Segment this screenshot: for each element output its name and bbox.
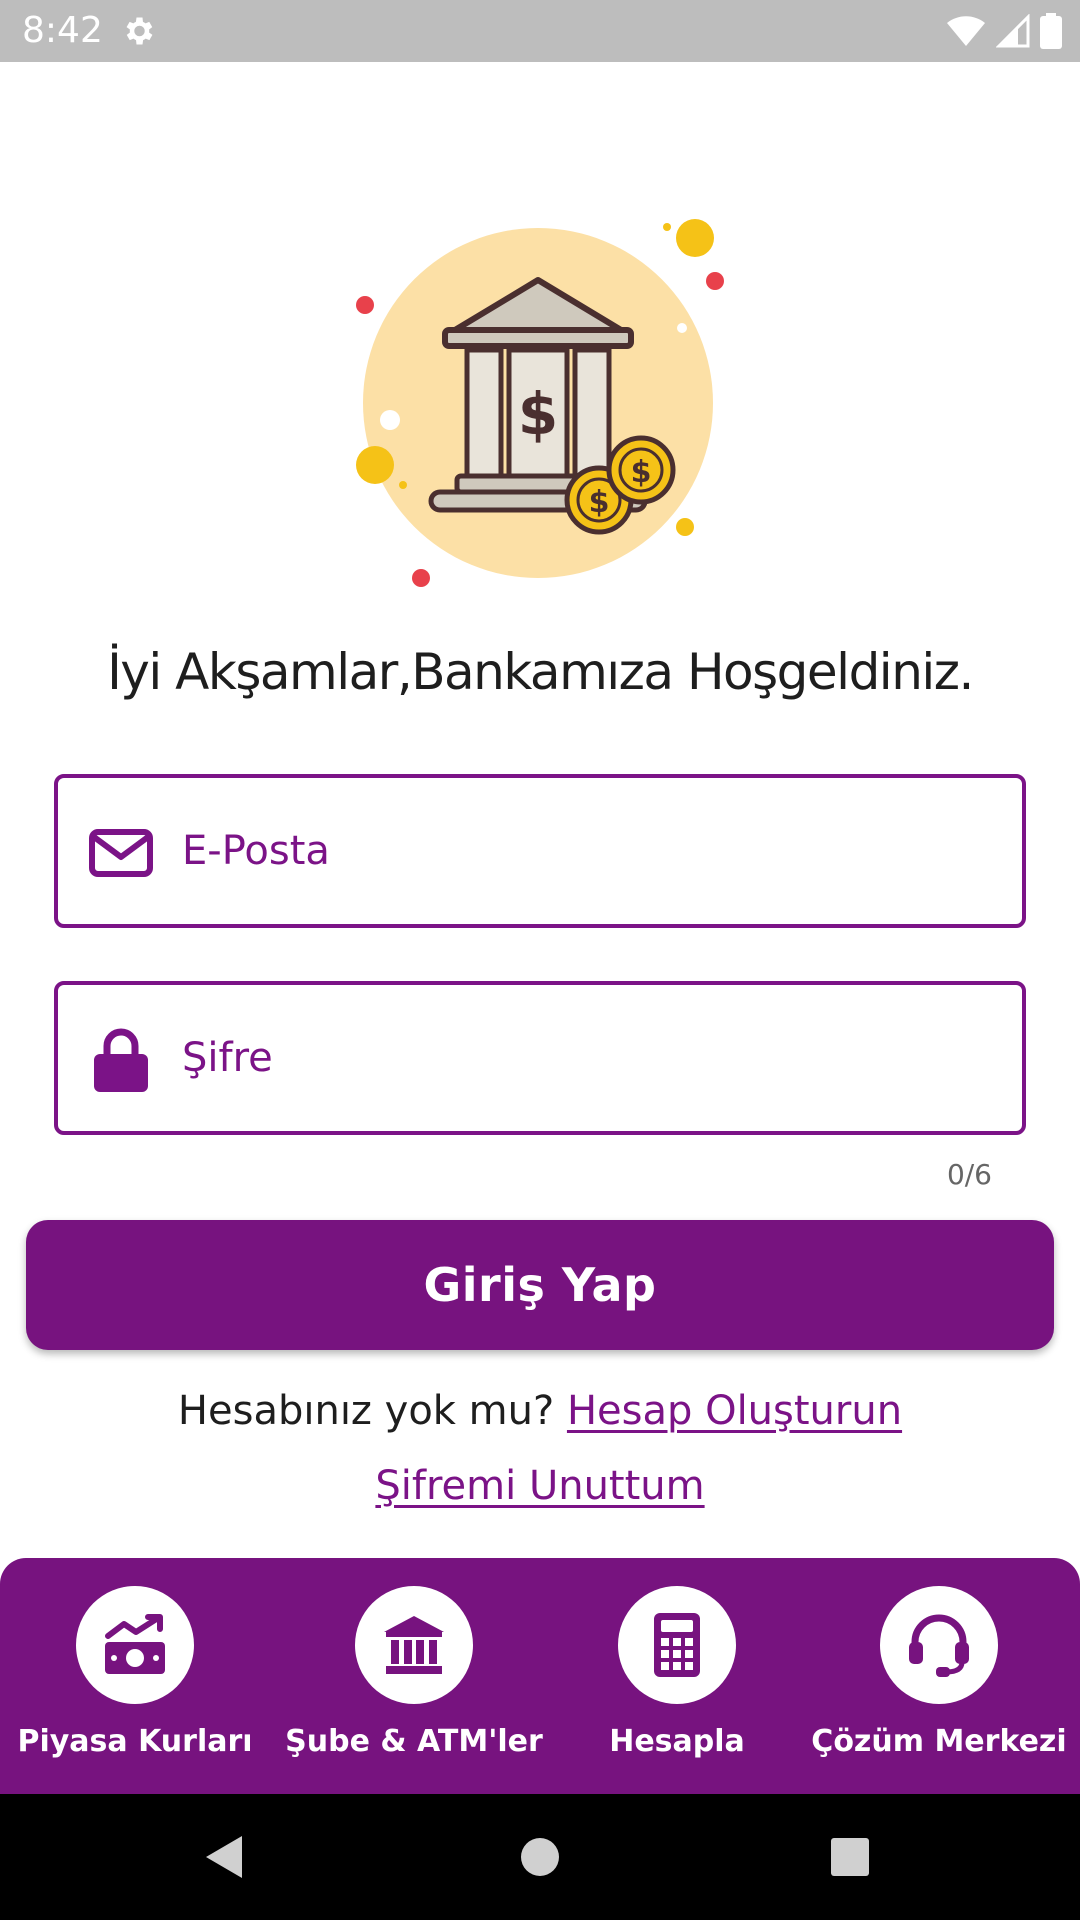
status-bar: 8:42 (0, 0, 1080, 62)
create-account-link[interactable]: Hesap Oluşturun (567, 1388, 902, 1434)
svg-text:$: $ (518, 380, 558, 448)
password-input[interactable] (182, 985, 1002, 1131)
system-nav-bar (0, 1794, 1080, 1920)
nav-label-branches-atms: Şube & ATM'ler (285, 1724, 543, 1759)
envelope-icon (88, 825, 154, 881)
signup-line: Hesabınız yok mu? Hesap Oluşturun (0, 1385, 1080, 1437)
headset-support-icon (880, 1586, 998, 1704)
svg-text:$: $ (589, 485, 610, 520)
nav-item-branches-atms[interactable]: Şube & ATM'ler (284, 1586, 544, 1786)
nav-label-market-rates: Piyasa Kurları (17, 1724, 253, 1759)
email-input[interactable] (182, 778, 1002, 924)
nav-item-solution-center[interactable]: Çözüm Merkezi (809, 1586, 1069, 1786)
password-length-counter: 0/6 (946, 1158, 992, 1191)
password-field[interactable] (54, 981, 1026, 1135)
signup-prompt: Hesabınız yok mu? (177, 1388, 555, 1434)
status-icons (946, 12, 1062, 50)
recents-icon[interactable] (830, 1837, 870, 1877)
signal-icon (996, 14, 1030, 48)
svg-text:$: $ (631, 455, 652, 490)
status-time: 8:42 (22, 10, 103, 51)
bank-branch-icon (355, 1586, 473, 1704)
calculator-icon (618, 1586, 736, 1704)
nav-item-calculate[interactable]: Hesapla (547, 1586, 807, 1786)
login-button[interactable]: Giriş Yap (26, 1220, 1054, 1350)
nav-item-market-rates[interactable]: Piyasa Kurları (5, 1586, 265, 1786)
bottom-nav: Piyasa Kurları Şube & ATM'ler Hesapla Çö… (0, 1558, 1080, 1794)
welcome-heading: İyi Akşamlar,Bankamıza Hoşgeldiniz. (107, 643, 974, 701)
bank-dollar-illustration: $ $ $ (356, 219, 724, 587)
lock-icon (88, 1028, 154, 1092)
forgot-password-row: Şifremi Unuttum (0, 1460, 1080, 1512)
back-icon[interactable] (204, 1834, 244, 1880)
currency-rates-icon (76, 1586, 194, 1704)
battery-icon (1040, 13, 1062, 49)
gear-icon (126, 17, 153, 45)
nav-label-solution-center: Çözüm Merkezi (811, 1724, 1067, 1759)
email-field[interactable] (54, 774, 1026, 928)
home-icon[interactable] (520, 1837, 560, 1877)
forgot-password-link[interactable]: Şifremi Unuttum (375, 1463, 704, 1509)
wifi-icon (947, 16, 985, 46)
nav-label-calculate: Hesapla (609, 1724, 745, 1759)
